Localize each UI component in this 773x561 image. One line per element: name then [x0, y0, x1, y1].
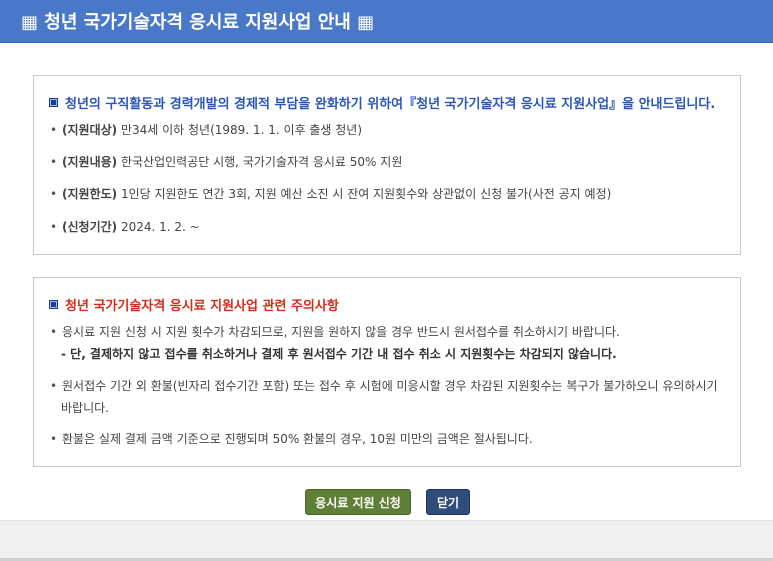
apply-support-button[interactable]: 응시료 지원 신청 [305, 489, 411, 515]
notice-item-text: 원서접수 기간 외 환불(빈자리 접수기간 포함) 또는 접수 후 시험에 미응… [62, 379, 718, 393]
info-item-limit: • (지원한도) 1인당 지원한도 연간 3회, 지원 예산 소진 시 잔여 지원… [50, 184, 611, 204]
info-item-label: (지원대상) [62, 123, 118, 137]
info-item-period: • (신청기간) 2024. 1. 2. ~ [50, 217, 200, 237]
bullet-icon: • [50, 155, 58, 169]
title-bar: ▦ 청년 국가기술자격 응시료 지원사업 안내 ▦ [0, 0, 773, 43]
bullet-icon: • [50, 325, 58, 339]
notice-item-text: 환불은 실제 결제 금액 기준으로 진행되며 50% 환불의 경우, 10원 미… [62, 432, 533, 446]
bullet-icon: • [50, 187, 58, 201]
info-headline: 청년의 구직활동과 경력개발의 경제적 부담을 완화하기 위하여『청년 국가기술… [48, 93, 715, 112]
close-button[interactable]: 닫기 [426, 489, 470, 515]
info-item-text: 한국산업인력공단 시행, 국가기술자격 응시료 50% 지원 [117, 155, 403, 169]
notice-item-text: 응시료 지원 신청 시 지원 횟수가 차감되므로, 지원을 원하지 않을 경우 … [62, 325, 620, 339]
bullet-icon: • [50, 432, 58, 446]
notice-panel: 청년 국가기술자격 응시료 지원사업 관련 주의사항 • 응시료 지원 신청 시 … [33, 277, 741, 467]
info-item-text: 2024. 1. 2. ~ [117, 220, 200, 234]
footer-bar [0, 520, 773, 561]
info-headline-text: 청년의 구직활동과 경력개발의 경제적 부담을 완화하기 위하여『청년 국가기술… [65, 97, 716, 112]
info-item-target: • (지원대상) 만34세 이하 청년(1989. 1. 1. 이후 출생 청년) [50, 120, 362, 140]
notice-item-continuation: 바랍니다. [61, 401, 109, 415]
info-item-text: 만34세 이하 청년(1989. 1. 1. 이후 출생 청년) [117, 123, 363, 137]
square-bullet-icon [49, 300, 58, 309]
window-title: ▦ 청년 국가기술자격 응시료 지원사업 안내 ▦ [21, 12, 375, 33]
notice-item-rounding: • 환불은 실제 결제 금액 기준으로 진행되며 50% 환불의 경우, 10원 … [50, 429, 533, 449]
square-bullet-icon [49, 98, 58, 107]
notice-headline: 청년 국가기술자격 응시료 지원사업 관련 주의사항 [48, 295, 339, 314]
bullet-icon: • [50, 379, 58, 393]
bullet-icon: • [50, 220, 58, 234]
info-item-content: • (지원내용) 한국산업인력공단 시행, 국가기술자격 응시료 50% 지원 [50, 152, 402, 172]
notice-item-refund: • 원서접수 기간 외 환불(빈자리 접수기간 포함) 또는 접수 후 시험에 미… [50, 376, 718, 396]
info-item-text: 1인당 지원한도 연간 3회, 지원 예산 소진 시 잔여 지원횟수와 상관없이… [117, 187, 612, 201]
notice-headline-text: 청년 국가기술자격 응시료 지원사업 관련 주의사항 [65, 299, 339, 314]
notice-item-subnote: - 단, 결제하지 않고 접수를 취소하거나 결제 후 원서접수 기간 내 접수… [61, 347, 617, 361]
notice-item-cancel: • 응시료 지원 신청 시 지원 횟수가 차감되므로, 지원을 원하지 않을 경우… [50, 322, 620, 342]
info-panel: 청년의 구직활동과 경력개발의 경제적 부담을 완화하기 위하여『청년 국가기술… [33, 75, 741, 255]
info-item-label: (지원내용) [62, 155, 118, 169]
bullet-icon: • [50, 123, 58, 137]
info-item-label: (신청기간) [62, 220, 118, 234]
info-item-label: (지원한도) [62, 187, 118, 201]
